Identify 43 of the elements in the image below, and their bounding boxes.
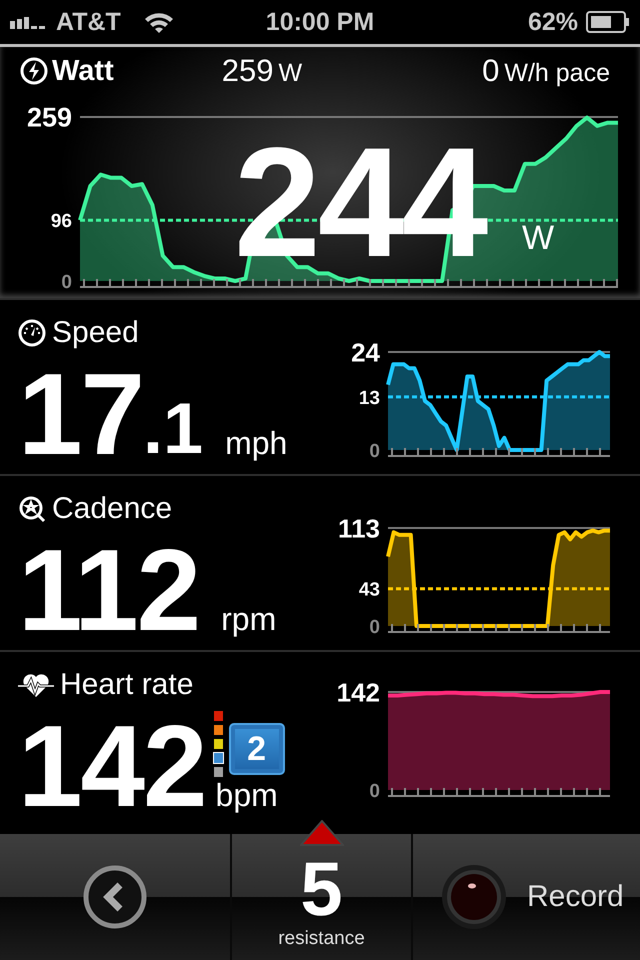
- resistance-value: 5: [300, 852, 343, 928]
- zone-badge: 2: [228, 723, 285, 775]
- panel-title: Watt: [52, 54, 114, 88]
- metric-value: 112: [18, 532, 200, 648]
- unit-label: rpm: [221, 601, 276, 638]
- metric-decimal: .1: [143, 393, 204, 465]
- carrier-name: AT&T: [56, 8, 121, 36]
- tick-label: 142: [336, 677, 380, 708]
- pace-unit: W/h pace: [504, 59, 610, 87]
- metric-value: 17: [18, 356, 144, 472]
- tick-label: 259: [26, 102, 72, 133]
- clock-time: 10:00 PM: [266, 8, 374, 36]
- tick-label: 0: [369, 616, 380, 638]
- tick-label: 113: [338, 513, 380, 544]
- wifi-icon: [142, 11, 175, 33]
- tick-label: 96: [50, 211, 72, 232]
- battery-icon: [586, 11, 630, 33]
- gauge-icon: [18, 319, 46, 347]
- average-unit: W: [278, 59, 302, 87]
- tick-label: 24: [351, 337, 380, 368]
- back-icon: [82, 864, 148, 930]
- average-value: 259: [222, 53, 274, 88]
- signal-icon: [10, 15, 48, 29]
- increase-arrow-icon[interactable]: [300, 820, 344, 846]
- tick-label: 0: [369, 440, 380, 462]
- resistance-label: resistance: [278, 928, 365, 950]
- current-unit: W: [522, 219, 554, 258]
- metric-title: Cadence: [52, 492, 172, 526]
- crank-icon: [18, 495, 46, 523]
- tick-label: 13: [358, 388, 380, 409]
- metric-title: Heart rate: [60, 668, 194, 702]
- battery-percent: 62%: [528, 8, 578, 36]
- tick-label: 43: [358, 580, 380, 601]
- tick-label: 0: [61, 272, 72, 293]
- tick-label: 0: [369, 780, 380, 802]
- record-icon: [441, 864, 507, 930]
- unit-label: mph: [225, 425, 288, 462]
- back-button[interactable]: [82, 864, 148, 930]
- pace-value: 0: [482, 53, 500, 88]
- lightning-icon: [20, 57, 48, 85]
- metric-title: Speed: [52, 316, 139, 350]
- metric-value: 142: [18, 708, 206, 824]
- unit-label: bpm: [216, 777, 279, 814]
